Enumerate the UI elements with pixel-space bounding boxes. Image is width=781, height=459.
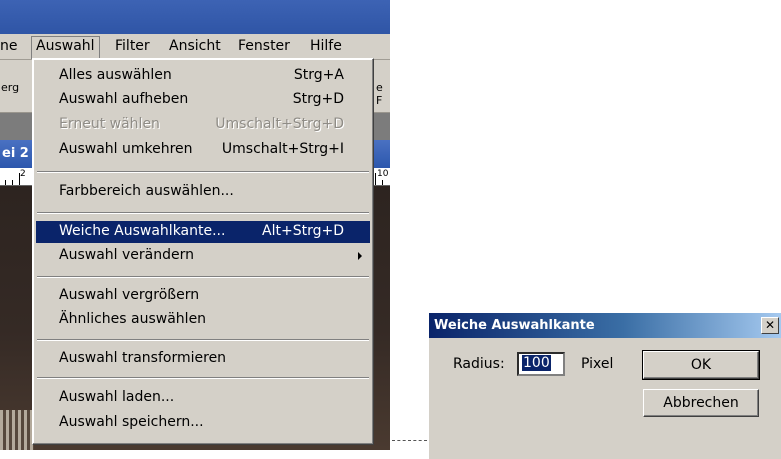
image-content xyxy=(0,410,34,450)
menu-item-label: Auswahl umkehren xyxy=(59,141,193,157)
connector-line xyxy=(392,440,427,441)
menu-item-label: Weiche Auswahlkante... xyxy=(59,223,226,239)
menu-item-label: Auswahl verändern xyxy=(59,247,194,263)
menu-item-erneut-waehlen: Erneut wählen Umschalt+Strg+D xyxy=(36,114,370,136)
menu-separator xyxy=(37,276,369,278)
ruler-tick xyxy=(19,173,20,185)
menu-file-fragment[interactable]: ne xyxy=(0,37,22,56)
menubar: ne Auswahl Filter Ansicht Fenster Hilfe xyxy=(0,34,390,60)
submenu-arrow-icon xyxy=(358,252,362,260)
radius-value: 100 xyxy=(522,355,551,371)
menu-item-label: Auswahl transformieren xyxy=(59,350,227,366)
menu-item-label: Alles auswählen xyxy=(59,67,172,83)
ruler-tick xyxy=(382,180,383,185)
menu-item-shortcut: Umschalt+Strg+I xyxy=(221,141,344,157)
radius-input[interactable]: 100 xyxy=(517,352,565,376)
menu-item-auswahl-aufheben[interactable]: Auswahl aufheben Strg+D xyxy=(36,89,370,111)
unit-label: Pixel xyxy=(581,356,614,372)
ruler-tick xyxy=(5,180,6,185)
menu-item-shortcut: Strg+D xyxy=(292,91,344,107)
menu-item-weiche-auswahlkante[interactable]: Weiche Auswahlkante... Alt+Strg+D xyxy=(36,221,370,243)
toolbar-label-left: erg xyxy=(1,81,20,94)
menu-item-label: Erneut wählen xyxy=(59,116,160,132)
menu-item-auswahl-transformieren[interactable]: Auswahl transformieren xyxy=(36,348,370,370)
menu-item-shortcut: Alt+Strg+D xyxy=(262,223,344,239)
menu-filter[interactable]: Filter xyxy=(111,37,154,56)
app-window: ne Auswahl Filter Ansicht Fenster Hilfe … xyxy=(0,0,390,450)
menu-item-auswahl-veraendern[interactable]: Auswahl verändern xyxy=(36,245,370,267)
menu-separator xyxy=(37,377,369,379)
ruler-label-right: 10 xyxy=(377,169,389,179)
dialog-titlebar[interactable]: Weiche Auswahlkante ✕ xyxy=(429,313,781,338)
menu-item-label: Auswahl speichern... xyxy=(59,414,204,430)
ruler-label-left: 2 xyxy=(20,169,26,179)
menu-item-label: Auswahl laden... xyxy=(59,389,175,405)
menu-item-auswahl-laden[interactable]: Auswahl laden... xyxy=(36,387,370,409)
close-icon[interactable]: ✕ xyxy=(761,317,779,334)
dialog-title: Weiche Auswahlkante xyxy=(434,318,595,333)
ruler-tick xyxy=(375,173,376,185)
menu-item-auswahl-vergroessern[interactable]: Auswahl vergrößern xyxy=(36,285,370,307)
feather-dialog: Weiche Auswahlkante ✕ Radius: 100 Pixel … xyxy=(428,312,781,459)
menu-item-auswahl-umkehren[interactable]: Auswahl umkehren Umschalt+Strg+I xyxy=(36,139,370,161)
menu-item-shortcut: Umschalt+Strg+D xyxy=(215,116,344,132)
menu-item-label: Auswahl vergrößern xyxy=(59,287,200,303)
menu-item-label: Ähnliches auswählen xyxy=(59,311,207,327)
menu-auswahl[interactable]: Auswahl xyxy=(31,36,100,59)
menu-fenster[interactable]: Fenster xyxy=(234,37,294,56)
menu-item-auswahl-speichern[interactable]: Auswahl speichern... xyxy=(36,412,370,434)
app-titlebar xyxy=(0,0,390,34)
menu-item-farbbereich-auswaehlen[interactable]: Farbbereich auswählen... xyxy=(36,181,370,203)
ok-button[interactable]: OK xyxy=(642,350,760,380)
radius-label: Radius: xyxy=(453,356,505,372)
document-title: ei 2 xyxy=(2,146,29,161)
menu-separator xyxy=(37,171,369,173)
ruler-tick xyxy=(12,180,13,185)
menu-item-label: Auswahl aufheben xyxy=(59,91,189,107)
menu-hilfe[interactable]: Hilfe xyxy=(306,37,346,56)
auswahl-menu: Alles auswählen Strg+A Auswahl aufheben … xyxy=(32,58,374,445)
menu-separator xyxy=(37,212,369,214)
menu-item-aehnliches-auswaehlen[interactable]: Ähnliches auswählen xyxy=(36,309,370,331)
toolbar-label-right: e F xyxy=(376,81,383,107)
menu-ansicht[interactable]: Ansicht xyxy=(165,37,225,56)
cancel-button[interactable]: Abbrechen xyxy=(643,389,759,417)
menu-separator xyxy=(37,339,369,341)
menu-item-shortcut: Strg+A xyxy=(293,67,344,83)
menu-item-label: Farbbereich auswählen... xyxy=(59,183,234,199)
menu-item-alles-auswaehlen[interactable]: Alles auswählen Strg+A xyxy=(36,65,370,87)
